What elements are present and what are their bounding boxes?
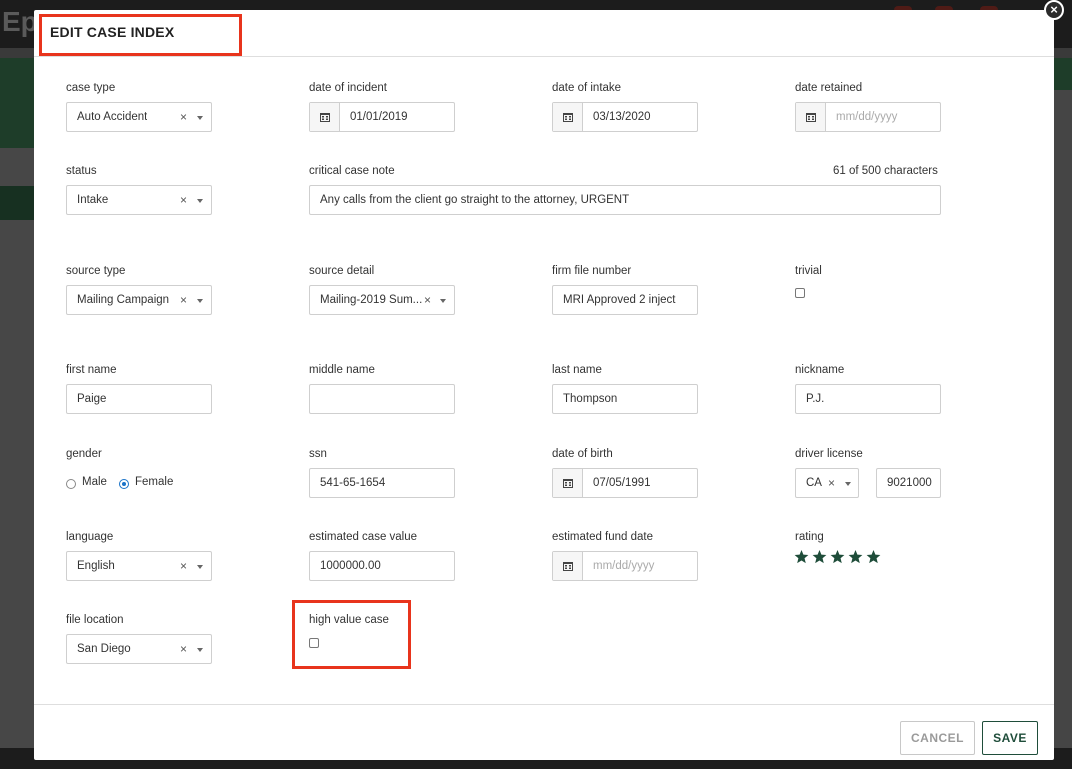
star-icon[interactable]	[812, 550, 827, 567]
critical-case-note-input[interactable]: Any calls from the client go straight to…	[309, 185, 941, 215]
chevron-down-icon	[197, 299, 203, 303]
estimated-case-value-label: estimated case value	[309, 531, 418, 543]
driver-license-state-select[interactable]: CA ×	[795, 468, 859, 498]
rating-label: rating	[795, 531, 824, 543]
date-of-intake-label: date of intake	[552, 82, 622, 94]
case-type-value: Auto Accident	[77, 111, 148, 123]
driver-license-number-input[interactable]: 9021000	[876, 468, 941, 498]
gender-female-label[interactable]: Female	[135, 476, 173, 488]
clear-icon[interactable]: ×	[828, 469, 835, 497]
date-of-birth-value: 07/05/1991	[593, 477, 651, 489]
estimated-fund-date-field[interactable]: mm/dd/yyyy	[552, 551, 698, 581]
gender-female-radio[interactable]	[119, 479, 129, 489]
source-detail-label: source detail	[309, 265, 375, 277]
driver-license-label: driver license	[795, 448, 863, 460]
nickname-label: nickname	[795, 364, 845, 376]
star-icon[interactable]	[830, 550, 845, 567]
case-type-select[interactable]: Auto Accident ×	[66, 102, 212, 132]
status-label: status	[66, 165, 97, 177]
gender-label: gender	[66, 448, 102, 460]
date-of-incident-value: 01/01/2019	[350, 111, 408, 123]
chevron-down-icon	[197, 199, 203, 203]
first-name-label: first name	[66, 364, 117, 376]
estimated-fund-date-placeholder: mm/dd/yyyy	[593, 560, 655, 572]
save-button[interactable]: SAVE	[982, 721, 1038, 755]
critical-case-note-label: critical case note	[309, 165, 395, 177]
gender-male-label[interactable]: Male	[82, 476, 107, 488]
clear-icon[interactable]: ×	[180, 286, 187, 314]
file-location-select[interactable]: San Diego ×	[66, 634, 212, 664]
calendar-icon[interactable]	[553, 469, 583, 497]
status-value: Intake	[77, 194, 109, 206]
trivial-label: trivial	[795, 265, 822, 277]
file-location-value: San Diego	[77, 643, 131, 655]
estimated-case-value-input[interactable]: 1000000.00	[309, 551, 455, 581]
middle-name-input[interactable]	[309, 384, 455, 414]
source-type-value: Mailing Campaign	[77, 294, 170, 306]
source-type-label: source type	[66, 265, 126, 277]
language-value: English	[77, 560, 115, 572]
high-value-case-highlight-box	[292, 600, 411, 669]
chevron-down-icon	[440, 299, 446, 303]
calendar-icon[interactable]	[553, 103, 583, 131]
edit-case-index-dialog: EDIT CASE INDEX case type Auto Accident …	[34, 10, 1054, 760]
star-icon[interactable]	[848, 550, 863, 567]
date-of-incident-label: date of incident	[309, 82, 388, 94]
chevron-down-icon	[845, 482, 851, 486]
language-select[interactable]: English ×	[66, 551, 212, 581]
clear-icon[interactable]: ×	[180, 186, 187, 214]
firm-file-number-label: firm file number	[552, 265, 632, 277]
date-retained-label: date retained	[795, 82, 863, 94]
title-highlight-box	[39, 14, 242, 56]
date-of-intake-value: 03/13/2020	[593, 111, 651, 123]
chevron-down-icon	[197, 648, 203, 652]
last-name-input[interactable]: Thompson	[552, 384, 698, 414]
ssn-input[interactable]: 541-65-1654	[309, 468, 455, 498]
date-retained-placeholder: mm/dd/yyyy	[836, 111, 898, 123]
gender-male-radio[interactable]	[66, 479, 76, 489]
clear-icon[interactable]: ×	[180, 635, 187, 663]
date-of-incident-field[interactable]: 01/01/2019	[309, 102, 455, 132]
clear-icon[interactable]: ×	[180, 552, 187, 580]
source-detail-select[interactable]: Mailing-2019 Sum... ×	[309, 285, 455, 315]
cancel-button[interactable]: CANCEL	[900, 721, 975, 755]
middle-name-label: middle name	[309, 364, 375, 376]
source-type-select[interactable]: Mailing Campaign ×	[66, 285, 212, 315]
source-detail-value: Mailing-2019 Sum...	[320, 294, 423, 306]
driver-license-state-value: CA	[806, 477, 822, 489]
close-icon[interactable]: ×	[1044, 0, 1064, 20]
calendar-icon[interactable]	[553, 552, 583, 580]
date-of-birth-label: date of birth	[552, 448, 613, 460]
chevron-down-icon	[197, 116, 203, 120]
estimated-fund-date-label: estimated fund date	[552, 531, 654, 543]
language-label: language	[66, 531, 114, 543]
star-icon[interactable]	[794, 550, 809, 567]
ssn-label: ssn	[309, 448, 327, 460]
first-name-input[interactable]: Paige	[66, 384, 212, 414]
clear-icon[interactable]: ×	[424, 286, 431, 314]
last-name-label: last name	[552, 364, 602, 376]
trivial-checkbox[interactable]	[795, 288, 805, 298]
date-of-birth-field[interactable]: 07/05/1991	[552, 468, 698, 498]
status-select[interactable]: Intake ×	[66, 185, 212, 215]
date-of-intake-field[interactable]: 03/13/2020	[552, 102, 698, 132]
clear-icon[interactable]: ×	[180, 103, 187, 131]
calendar-icon[interactable]	[310, 103, 340, 131]
nickname-input[interactable]: P.J.	[795, 384, 941, 414]
character-counter: 61 of 500 characters	[833, 165, 938, 177]
star-icon[interactable]	[866, 550, 881, 567]
file-location-label: file location	[66, 614, 124, 626]
calendar-icon[interactable]	[796, 103, 826, 131]
rating-stars[interactable]	[794, 550, 884, 567]
firm-file-number-input[interactable]: MRI Approved 2 inject	[552, 285, 698, 315]
chevron-down-icon	[197, 565, 203, 569]
date-retained-field[interactable]: mm/dd/yyyy	[795, 102, 941, 132]
case-type-label: case type	[66, 82, 116, 94]
